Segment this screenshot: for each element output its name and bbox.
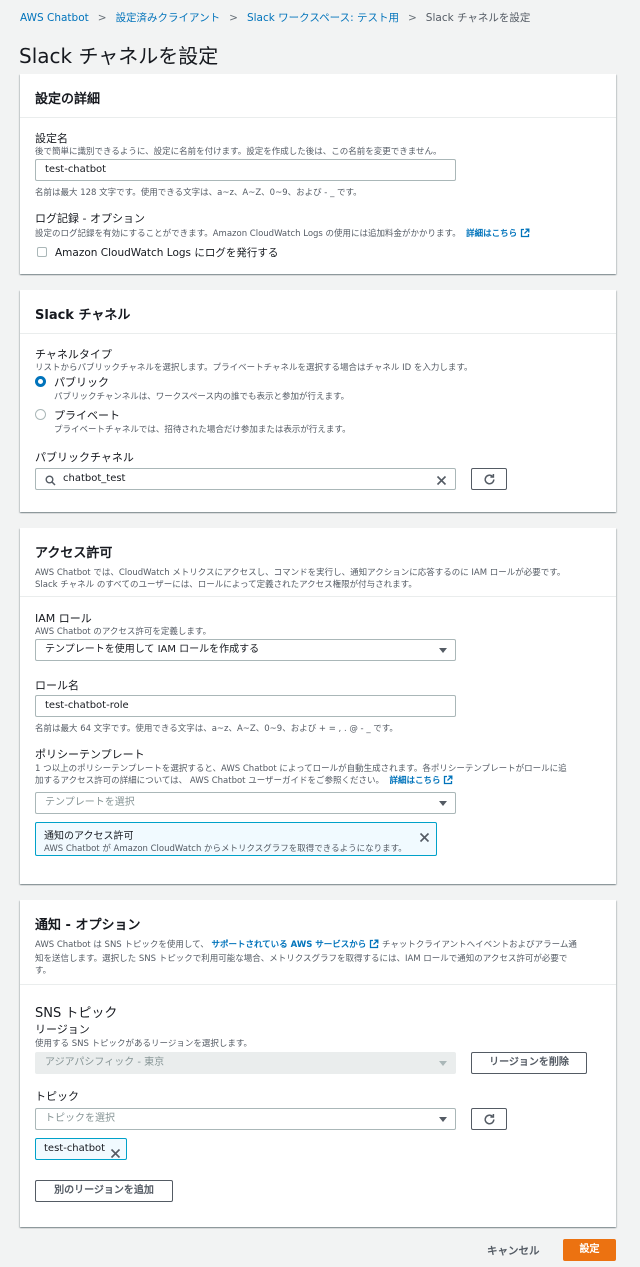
- region-select: アジアパシフィック - 東京: [35, 1052, 456, 1074]
- policy-learn-more-link[interactable]: 詳細はこちら: [389, 776, 440, 786]
- permissions-description-line: Slack チャネル のすべてのユーザーには、ロールによって定義されたアクセス権…: [35, 580, 417, 590]
- policy-template-description-text: 加するアクセス許可の詳細については、 AWS Chatbot ユーザーガイドをご…: [35, 776, 385, 786]
- policy-template-description-2: 加するアクセス許可の詳細については、 AWS Chatbot ユーザーガイドをご…: [35, 774, 453, 788]
- notifications-panel-header: 通知 - オプション AWS Chatbot は SNS トピックを使用して、 …: [20, 900, 616, 985]
- channel-type-label: チャネルタイプ: [35, 348, 112, 361]
- iam-role-select[interactable]: テンプレートを使用して IAM ロールを作成する: [35, 639, 456, 661]
- logging-learn-more-link[interactable]: 詳細はこちら: [466, 229, 517, 239]
- slack-channel-panel-header: Slack チャネル: [20, 290, 616, 334]
- logging-checkbox-label: Amazon CloudWatch Logs にログを発行する: [55, 247, 279, 259]
- role-name-label: ロール名: [35, 679, 79, 692]
- permissions-description-line: AWS Chatbot では、CloudWatch メトリクスにアクセスし、コマ…: [35, 568, 566, 578]
- remove-token-icon[interactable]: [419, 828, 430, 847]
- public-channel-search[interactable]: chatbot_test: [35, 468, 456, 490]
- external-link-icon: [369, 939, 379, 953]
- cancel-button[interactable]: キャンセル: [487, 1243, 540, 1258]
- permissions-panel-title: アクセス許可: [35, 546, 113, 561]
- private-radio-description: プライベートチャネルでは、招待された場合だけ参加または表示が行えます。: [54, 425, 351, 435]
- policy-template-label: ポリシーテンプレート: [35, 748, 145, 761]
- public-channel-label: パブリックチャネル: [35, 451, 134, 464]
- notifications-description-text: AWS Chatbot は SNS トピックを使用して、: [35, 940, 209, 950]
- public-radio[interactable]: [35, 376, 46, 387]
- permissions-panel-header: アクセス許可 AWS Chatbot では、CloudWatch メトリクスにア…: [20, 528, 616, 597]
- page-title: Slack チャネルを設定: [19, 44, 219, 68]
- notifications-panel-title: 通知 - オプション: [35, 918, 141, 933]
- public-channel-value: chatbot_test: [63, 473, 126, 484]
- logging-description-text: 設定のログ記録を有効にすることができます。Amazon CloudWatch L…: [35, 229, 461, 239]
- permissions-panel: アクセス許可 AWS Chatbot では、CloudWatch メトリクスにア…: [20, 528, 616, 884]
- breadcrumb-separator: >: [407, 12, 417, 24]
- region-label: リージョン: [35, 1023, 90, 1036]
- notifications-description-line: 知を送信します。選択した SNS トピックで利用可能な場合、メトリクスグラフを取…: [35, 954, 568, 964]
- refresh-channels-button[interactable]: [471, 468, 507, 490]
- caret-down-icon: [439, 801, 447, 806]
- permissions-description: AWS Chatbot では、CloudWatch メトリクスにアクセスし、コマ…: [35, 567, 601, 591]
- refresh-icon: [484, 1114, 495, 1125]
- notifications-description-line: す。: [35, 966, 52, 976]
- supported-services-link[interactable]: サポートされている AWS サービスから: [211, 940, 366, 950]
- config-name-label: 設定名: [35, 132, 68, 145]
- notifications-description: AWS Chatbot は SNS トピックを使用して、 サポートされている A…: [35, 939, 601, 977]
- policy-token-description: AWS Chatbot が Amazon CloudWatch からメトリクスグ…: [44, 844, 407, 854]
- slack-channel-panel-title: Slack チャネル: [35, 308, 131, 323]
- topic-token-label: test-chatbot: [44, 1143, 106, 1154]
- details-panel-title: 設定の詳細: [35, 92, 101, 107]
- logging-label: ログ記録 - オプション: [35, 212, 145, 225]
- external-link-icon: [443, 775, 453, 788]
- public-radio-label: パブリック: [54, 376, 109, 389]
- breadcrumb-slack-workspace[interactable]: Slack ワークスペース: テスト用: [247, 12, 399, 24]
- channel-type-description: リストからパブリックチャネルを選択します。プライベートチャネルを選択する場合はチ…: [35, 363, 473, 373]
- policy-template-placeholder: テンプレートを選択: [45, 797, 135, 808]
- search-icon: [45, 474, 56, 494]
- policy-token-title: 通知のアクセス許可: [44, 831, 134, 842]
- slack-channel-panel: Slack チャネル チャネルタイプ リストからパブリックチャネルを選択します。…: [20, 290, 616, 512]
- config-name-input[interactable]: test-chatbot: [35, 159, 456, 181]
- private-radio-label: プライベート: [54, 409, 120, 422]
- external-link-icon: [520, 228, 530, 241]
- public-radio-description: パブリックチャンネルは、ワークスペース内の誰でも表示と参加が行えます。: [54, 392, 350, 402]
- iam-role-selected: テンプレートを使用して IAM ロールを作成する: [45, 644, 260, 655]
- notifications-panel: 通知 - オプション AWS Chatbot は SNS トピックを使用して、 …: [20, 900, 616, 1227]
- breadcrumb-aws-chatbot[interactable]: AWS Chatbot: [20, 12, 89, 24]
- refresh-icon: [484, 474, 495, 485]
- topic-placeholder: トピックを選択: [45, 1113, 115, 1124]
- iam-role-label: IAM ロール: [35, 612, 92, 625]
- breadcrumb-separator: >: [97, 12, 107, 24]
- breadcrumb-current: Slack チャネルを設定: [425, 12, 531, 24]
- role-name-input[interactable]: test-chatbot-role: [35, 695, 456, 717]
- caret-down-icon: [439, 1117, 447, 1122]
- details-panel: 設定の詳細 設定名 後で簡単に識別できるように、設定に名前を付けます。設定を作成…: [20, 74, 616, 274]
- refresh-topics-button[interactable]: [471, 1108, 507, 1130]
- region-description: 使用する SNS トピックがあるリージョンを選択します。: [35, 1039, 253, 1049]
- notifications-description-text: チャットクライアントへイベントおよびアラーム通: [382, 940, 577, 950]
- caret-down-icon: [439, 1061, 447, 1066]
- topic-label: トピック: [35, 1090, 79, 1103]
- role-name-hint: 名前は最大 64 文字です。使用できる文字は、a~z、A~Z、0~9、および +…: [35, 724, 398, 734]
- logging-checkbox[interactable]: [37, 247, 47, 257]
- region-selected: アジアパシフィック - 東京: [45, 1057, 165, 1068]
- remove-region-button[interactable]: リージョンを削除: [471, 1052, 587, 1074]
- clear-icon[interactable]: [436, 474, 447, 494]
- config-name-hint: 名前は最大 128 文字です。使用できる文字は、a~z、A~Z、0~9、および …: [35, 188, 362, 198]
- topic-token: test-chatbot: [35, 1138, 127, 1160]
- policy-template-description: 1 つ以上のポリシーテンプレートを選択すると、AWS Chatbot によってロ…: [35, 764, 567, 774]
- breadcrumb-separator: >: [229, 12, 238, 24]
- policy-template-select[interactable]: テンプレートを選択: [35, 792, 456, 814]
- config-name-description: 後で簡単に識別できるように、設定に名前を付けます。設定を作成した後は、この名前を…: [35, 147, 442, 157]
- remove-topic-icon[interactable]: [110, 1144, 121, 1163]
- submit-button[interactable]: 設定: [563, 1239, 616, 1261]
- breadcrumb: AWS Chatbot > 設定済みクライアント > Slack ワークスペース: テス…: [20, 10, 530, 25]
- caret-down-icon: [439, 648, 447, 653]
- add-region-button[interactable]: 別のリージョンを追加: [35, 1180, 173, 1202]
- logging-description: 設定のログ記録を有効にすることができます。Amazon CloudWatch L…: [35, 227, 530, 241]
- policy-token: 通知のアクセス許可 AWS Chatbot が Amazon CloudWatc…: [35, 822, 437, 856]
- details-panel-header: 設定の詳細: [20, 74, 616, 118]
- topic-select[interactable]: トピックを選択: [35, 1108, 456, 1130]
- iam-role-description: AWS Chatbot のアクセス許可を定義します。: [35, 627, 212, 637]
- private-radio[interactable]: [35, 409, 46, 420]
- sns-topic-title: SNS トピック: [35, 1006, 118, 1021]
- breadcrumb-configured-clients[interactable]: 設定済みクライアント: [116, 12, 221, 24]
